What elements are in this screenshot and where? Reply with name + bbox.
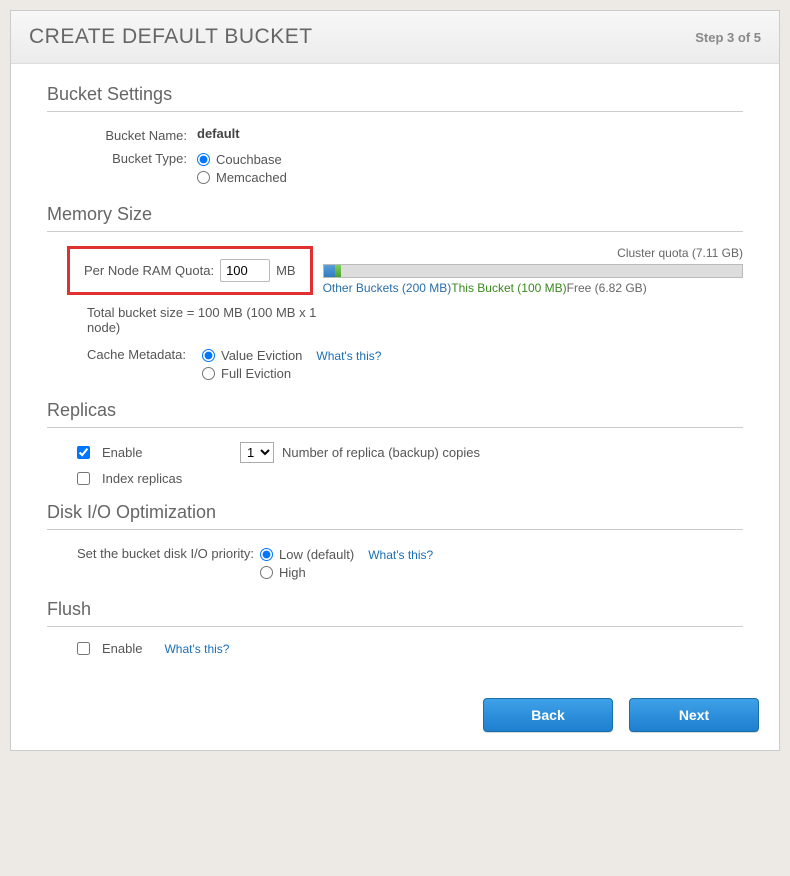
cache-value-eviction-label[interactable]: Value Eviction — [221, 348, 302, 363]
ram-quota-unit: MB — [276, 263, 296, 278]
panel-header: CREATE DEFAULT BUCKET Step 3 of 5 — [11, 11, 779, 64]
bucket-name-label: Bucket Name: — [77, 126, 197, 143]
replicas-enable-label[interactable]: Enable — [102, 445, 232, 460]
cache-value-eviction-radio[interactable] — [202, 349, 215, 362]
io-help-link[interactable]: What's this? — [368, 548, 433, 562]
create-bucket-panel: CREATE DEFAULT BUCKET Step 3 of 5 Bucket… — [10, 10, 780, 751]
bucket-type-memcached-radio[interactable] — [197, 171, 210, 184]
replica-count-label: Number of replica (backup) copies — [282, 445, 480, 460]
ram-quota-label: Per Node RAM Quota: — [84, 263, 214, 278]
panel-body: Bucket Settings Bucket Name: default Buc… — [11, 64, 779, 686]
io-high-radio[interactable] — [260, 566, 273, 579]
legend-free: Free (6.82 GB) — [567, 281, 647, 295]
footer: Back Next — [11, 686, 779, 750]
io-high-label[interactable]: High — [279, 565, 306, 580]
section-memory-size: Memory Size — [47, 204, 743, 232]
section-bucket-settings: Bucket Settings — [47, 84, 743, 112]
legend-this: This Bucket (100 MB) — [451, 281, 566, 295]
disk-io-label: Set the bucket disk I/O priority: — [77, 544, 260, 561]
cache-full-eviction-radio[interactable] — [202, 367, 215, 380]
section-flush: Flush — [47, 599, 743, 627]
quota-bar — [323, 264, 743, 278]
bucket-name-value: default — [197, 126, 743, 141]
back-button[interactable]: Back — [483, 698, 613, 732]
legend-other: Other Buckets (200 MB) — [323, 281, 452, 295]
flush-enable-label[interactable]: Enable — [102, 641, 142, 656]
bucket-type-memcached-label[interactable]: Memcached — [216, 170, 287, 185]
quota-visualization: Cluster quota (7.11 GB) Other Buckets (2… — [323, 246, 743, 295]
index-replicas-label[interactable]: Index replicas — [102, 471, 182, 486]
index-replicas-checkbox[interactable] — [77, 472, 90, 485]
replicas-enable-checkbox[interactable] — [77, 446, 90, 459]
bucket-type-couchbase-label[interactable]: Couchbase — [216, 152, 282, 167]
bucket-type-couchbase-radio[interactable] — [197, 153, 210, 166]
quota-seg-other — [324, 265, 336, 277]
cache-help-link[interactable]: What's this? — [316, 349, 381, 363]
section-replicas: Replicas — [47, 400, 743, 428]
cache-metadata-label: Cache Metadata: — [87, 345, 202, 362]
page-title: CREATE DEFAULT BUCKET — [29, 25, 313, 49]
step-indicator: Step 3 of 5 — [695, 30, 761, 45]
ram-quota-input[interactable] — [220, 259, 270, 282]
cache-full-eviction-label[interactable]: Full Eviction — [221, 366, 291, 381]
section-disk-io: Disk I/O Optimization — [47, 502, 743, 530]
quota-seg-free — [341, 265, 742, 277]
total-bucket-size: Total bucket size = 100 MB (100 MB x 1 n… — [87, 305, 347, 335]
replica-count-select[interactable]: 1 — [240, 442, 274, 463]
cluster-quota-label: Cluster quota (7.11 GB) — [323, 246, 743, 260]
io-low-radio[interactable] — [260, 548, 273, 561]
next-button[interactable]: Next — [629, 698, 759, 732]
io-low-label[interactable]: Low (default) — [279, 547, 354, 562]
bucket-type-label: Bucket Type: — [77, 149, 197, 166]
ram-quota-highlight: Per Node RAM Quota: MB — [67, 246, 313, 295]
flush-enable-checkbox[interactable] — [77, 642, 90, 655]
flush-help-link[interactable]: What's this? — [164, 642, 229, 656]
